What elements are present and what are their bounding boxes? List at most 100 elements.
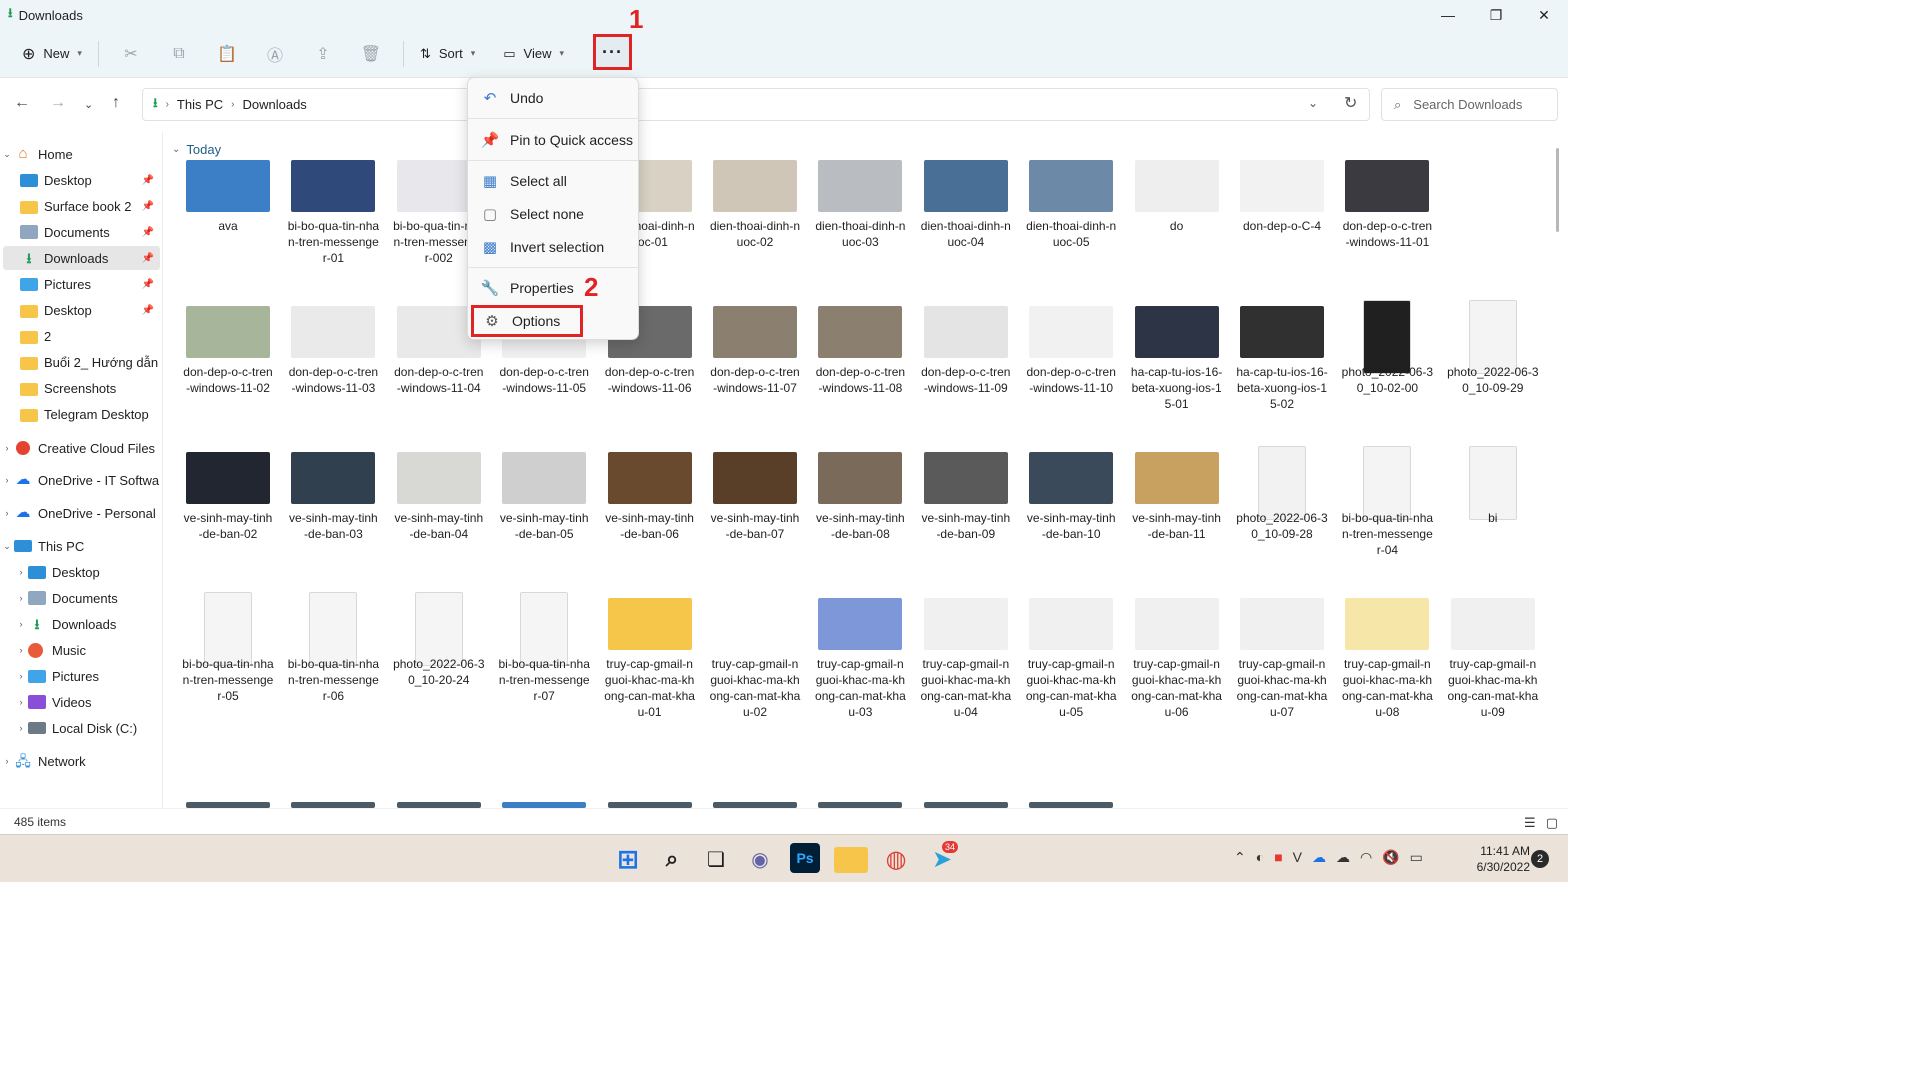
- menu-item-properties[interactable]: 🔧 Properties: [472, 272, 636, 304]
- file-item[interactable]: don-dep-o-c-tren-windows-11-10: [1025, 292, 1117, 422]
- clock[interactable]: 11:41 AM 6/30/2022: [1462, 843, 1530, 875]
- address-bar[interactable]: ⭳ › This PC › Downloads: [142, 88, 1370, 121]
- sidebar-item-buoi-2[interactable]: Buổi 2_ Hướng dẫn: [0, 350, 160, 374]
- file-item[interactable]: truy-cap-gmail-nguoi-khac-ma-khong-can-m…: [709, 584, 801, 719]
- rename-icon[interactable]: Ⓐ: [251, 37, 299, 71]
- chevron-right-icon[interactable]: ›: [14, 671, 28, 681]
- new-button[interactable]: ⊕ New ▾: [14, 37, 90, 71]
- chevron-right-icon[interactable]: ›: [0, 756, 14, 766]
- sidebar-item-network[interactable]: › 🖧 Network: [0, 749, 160, 773]
- onedrive-icon[interactable]: ☁: [1312, 849, 1326, 866]
- file-item[interactable]: bi-bo-qua-tin-nhan-tren-messenger-04: [1341, 438, 1433, 568]
- menu-item-invert-selection[interactable]: ▩ Invert selection: [472, 231, 636, 263]
- sidebar-item-onedrive-personal[interactable]: › ☁ OneDrive - Personal: [0, 501, 160, 525]
- breadcrumb-downloads[interactable]: Downloads: [242, 97, 306, 112]
- chat-icon[interactable]: ◉: [744, 843, 776, 875]
- wifi-icon[interactable]: ◠: [1360, 849, 1372, 866]
- minimize-icon[interactable]: —: [1424, 0, 1472, 30]
- sidebar-item-surface-book[interactable]: Surface book 2 📌: [0, 194, 160, 218]
- sidebar-item-desktop[interactable]: Desktop 📌: [0, 168, 160, 192]
- volume-mute-icon[interactable]: 🔇: [1382, 849, 1399, 866]
- file-item[interactable]: bi-bo-qua-tin-nhan-tren-messenger-05: [182, 584, 274, 714]
- breadcrumb-this-pc[interactable]: This PC: [177, 97, 223, 112]
- sidebar-item-desktop-2[interactable]: Desktop 📌: [0, 298, 160, 322]
- menu-item-select-none[interactable]: ▢ Select none: [472, 198, 636, 230]
- file-item[interactable]: photo_2022-06-30_10-02-00: [1341, 292, 1433, 422]
- file-item[interactable]: don-dep-o-c-tren-windows-11-03: [287, 292, 379, 422]
- file-item[interactable]: ve-sinh-may-tinh-de-ban-05: [498, 438, 590, 568]
- chevron-down-icon[interactable]: ⌄: [0, 541, 14, 552]
- chevron-up-icon[interactable]: ⌃: [1234, 849, 1246, 866]
- file-item[interactable]: dien-thoai-dinh-nuoc-02: [709, 146, 801, 276]
- see-more-button[interactable]: ···: [593, 34, 632, 70]
- file-item[interactable]: dien-thoai-dinh-nuoc-03: [814, 146, 906, 276]
- paste-icon[interactable]: 📋: [203, 37, 251, 71]
- file-item[interactable]: photo_2022-06-30_10-20-24: [393, 584, 485, 714]
- chevron-right-icon[interactable]: ›: [14, 567, 28, 577]
- file-item[interactable]: truy-cap-gmail-nguoi-khac-ma-khong-can-m…: [1131, 584, 1223, 719]
- file-item[interactable]: ve-sinh-may-tinh-de-ban-03: [287, 438, 379, 568]
- photoshop-icon[interactable]: Ps: [790, 843, 820, 873]
- file-item[interactable]: ve-sinh-may-tinh-de-ban-02: [182, 438, 274, 568]
- file-item[interactable]: ve-sinh-may-tinh-de-ban-08: [814, 438, 906, 568]
- file-item[interactable]: truy-cap-gmail-nguoi-khac-ma-khong-can-m…: [920, 584, 1012, 719]
- sidebar-item-pc-pictures[interactable]: › Pictures: [0, 664, 160, 688]
- file-item[interactable]: photo_2022-06-30_10-09-28: [1236, 438, 1328, 568]
- search-input[interactable]: ⌕ Search Downloads: [1381, 88, 1558, 121]
- file-item[interactable]: bi: [1447, 438, 1539, 568]
- chrome-icon[interactable]: ◍: [880, 843, 912, 875]
- file-item[interactable]: don-dep-o-c-tren-windows-11-08: [814, 292, 906, 422]
- chevron-down-icon[interactable]: ⌄: [0, 149, 14, 160]
- sidebar-item-pc-desktop[interactable]: › Desktop: [0, 560, 160, 584]
- file-item[interactable]: truy-cap-gmail-nguoi-khac-ma-khong-can-m…: [1447, 584, 1539, 719]
- vertical-scrollbar[interactable]: [1556, 148, 1559, 232]
- details-view-icon[interactable]: ☰: [1524, 815, 1536, 831]
- sidebar-item-pc-documents[interactable]: › Documents: [0, 586, 160, 610]
- search-icon[interactable]: ⌕: [656, 843, 688, 875]
- sidebar-item-downloads[interactable]: ⭳ Downloads 📌: [3, 246, 160, 270]
- chevron-right-icon[interactable]: ›: [14, 645, 28, 655]
- recent-chevron-icon[interactable]: ⌄: [84, 98, 93, 111]
- file-explorer-icon[interactable]: [834, 847, 868, 873]
- sidebar-item-screenshots[interactable]: Screenshots: [0, 376, 160, 400]
- chevron-right-icon[interactable]: ›: [0, 443, 14, 453]
- sort-button[interactable]: ⇅ Sort ▾: [412, 37, 483, 71]
- start-icon[interactable]: ⊞: [612, 843, 644, 875]
- file-item[interactable]: photo_2022-06-30_10-09-29: [1447, 292, 1539, 422]
- file-item[interactable]: truy-cap-gmail-nguoi-khac-ma-khong-can-m…: [604, 584, 696, 719]
- file-item[interactable]: dien-thoai-dinh-nuoc-04: [920, 146, 1012, 276]
- file-item[interactable]: truy-cap-gmail-nguoi-khac-ma-khong-can-m…: [1025, 584, 1117, 719]
- file-item[interactable]: ava: [182, 146, 274, 276]
- file-item[interactable]: dien-thoai-dinh-nuoc-05: [1025, 146, 1117, 276]
- address-dropdown-icon[interactable]: ⌄: [1308, 96, 1318, 110]
- file-item[interactable]: truy-cap-gmail-nguoi-khac-ma-khong-can-m…: [814, 584, 906, 719]
- file-item[interactable]: don-dep-o-c-tren-windows-11-07: [709, 292, 801, 422]
- file-item[interactable]: don-dep-o-c-tren-windows-11-02: [182, 292, 274, 422]
- view-button[interactable]: ▭ View ▾: [495, 37, 572, 71]
- refresh-icon[interactable]: ↻: [1344, 93, 1357, 113]
- tray-red-app-icon[interactable]: ■: [1274, 849, 1282, 866]
- file-item[interactable]: bi-bo-qua-tin-nhan-tren-messenger-07: [498, 584, 590, 714]
- sidebar-item-creative-cloud[interactable]: › Creative Cloud Files: [0, 436, 160, 460]
- file-item[interactable]: do: [1131, 146, 1223, 276]
- sidebar-item-local-disk[interactable]: › Local Disk (C:): [0, 716, 160, 740]
- sidebar-item-this-pc[interactable]: ⌄ This PC: [0, 534, 160, 558]
- chevron-right-icon[interactable]: ›: [14, 593, 28, 603]
- sidebar-item-onedrive-it[interactable]: › ☁ OneDrive - IT Softwa: [0, 468, 160, 492]
- cut-icon[interactable]: ✂: [107, 37, 155, 71]
- sidebar-item-telegram[interactable]: Telegram Desktop: [0, 402, 160, 426]
- sidebar-item-folder-2[interactable]: 2: [0, 324, 160, 348]
- file-item[interactable]: truy-cap-gmail-nguoi-khac-ma-khong-can-m…: [1341, 584, 1433, 719]
- back-arrow-icon[interactable]: ←: [14, 94, 30, 112]
- battery-icon[interactable]: ▭: [1410, 849, 1423, 866]
- sidebar-item-pc-music[interactable]: › Music: [0, 638, 160, 662]
- sidebar-item-pictures[interactable]: Pictures 📌: [0, 272, 160, 296]
- file-item[interactable]: ve-sinh-may-tinh-de-ban-09: [920, 438, 1012, 568]
- copy-icon[interactable]: ⧉: [155, 37, 203, 71]
- file-item[interactable]: ha-cap-tu-ios-16-beta-xuong-ios-15-02: [1236, 292, 1328, 422]
- file-item[interactable]: ve-sinh-may-tinh-de-ban-04: [393, 438, 485, 568]
- file-item[interactable]: ve-sinh-may-tinh-de-ban-07: [709, 438, 801, 568]
- menu-item-options[interactable]: ⚙ Options: [471, 305, 583, 337]
- chevron-right-icon[interactable]: ›: [14, 619, 28, 629]
- sidebar-item-pc-videos[interactable]: › Videos: [0, 690, 160, 714]
